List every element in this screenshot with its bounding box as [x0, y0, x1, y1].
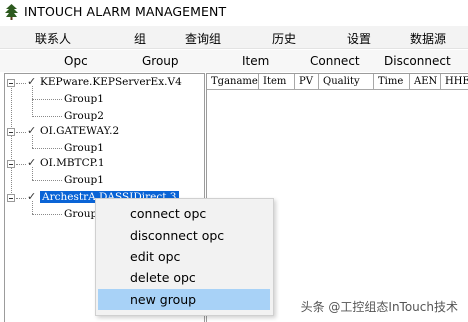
tree-child-line	[32, 201, 33, 214]
tree-connector	[32, 99, 62, 100]
title-bar: INTOUCH ALARM MANAGEMENT	[0, 0, 468, 24]
column-header-time[interactable]: Time	[374, 74, 410, 90]
tree-connector	[16, 198, 26, 199]
tree-node-group2[interactable]: Group2	[64, 110, 104, 126]
tree-connector	[32, 116, 62, 117]
tree-connector	[16, 83, 26, 84]
menu-query-group[interactable]: 查询组	[185, 30, 221, 47]
tree-node-group1[interactable]: Group1	[64, 93, 104, 109]
column-header-pv[interactable]: PV	[295, 74, 319, 90]
menu-history[interactable]: 历史	[272, 30, 296, 47]
column-header-tganame[interactable]: Tganame	[207, 74, 259, 90]
tree-node-group1[interactable]: Group1	[64, 174, 104, 190]
tree-child-line	[32, 167, 33, 180]
toolbar: Opc Group Item Connect Disconnect	[0, 50, 468, 72]
toolbar-item-button[interactable]: Item	[242, 54, 269, 68]
toolbar-group-button[interactable]: Group	[142, 54, 179, 68]
column-header-quality[interactable]: Quality	[319, 74, 374, 90]
toolbar-opc-button[interactable]: Opc	[64, 54, 88, 68]
tree-connector	[32, 148, 62, 149]
menu-group[interactable]: 组	[134, 30, 146, 47]
tree-child-line	[32, 86, 33, 117]
tree-root-line	[11, 82, 12, 199]
context-delete-opc[interactable]: delete opc	[98, 267, 270, 288]
app-tree-icon	[5, 4, 18, 20]
context-disconnect-opc[interactable]: disconnect opc	[98, 225, 270, 246]
toolbar-connect-button[interactable]: Connect	[310, 54, 360, 68]
tree-child-line	[32, 135, 33, 148]
tree-node-group1[interactable]: Group1	[64, 142, 104, 158]
context-new-group[interactable]: new group	[98, 289, 270, 310]
menu-data-source[interactable]: 数据源	[410, 30, 446, 47]
expander-node-4[interactable]	[7, 194, 15, 202]
column-header-item[interactable]: Item	[259, 74, 295, 90]
menu-bar: 联系人 组 查询组 历史 设置 数据源	[0, 26, 468, 49]
watermark-text: 头条 @工控组态InTouch技术	[300, 300, 458, 314]
expander-node-2[interactable]	[7, 128, 15, 136]
tree-connector	[16, 164, 26, 165]
toolbar-disconnect-button[interactable]: Disconnect	[384, 54, 451, 68]
menu-settings[interactable]: 设置	[347, 30, 371, 47]
expander-node-3[interactable]	[7, 160, 15, 168]
menu-contacts[interactable]: 联系人	[35, 30, 71, 47]
tree-connector	[32, 180, 62, 181]
context-edit-opc[interactable]: edit opc	[98, 246, 270, 267]
tree-node-mbtcp[interactable]: OI.MBTCP.1	[40, 157, 105, 173]
tree-node-gateway[interactable]: OI.GATEWAY.2	[40, 125, 119, 141]
tree-node-kepware[interactable]: KEPware.KEPServerEx.V4	[40, 76, 182, 92]
context-connect-opc[interactable]: connect opc	[98, 203, 270, 224]
column-header-hhen[interactable]: HHEN	[441, 74, 468, 90]
context-menu: connect opc disconnect opc edit opc dele…	[95, 198, 274, 316]
expander-node-1[interactable]	[7, 79, 15, 87]
tree-node-group[interactable]: Group	[64, 208, 97, 224]
tree-connector	[16, 132, 26, 133]
tree-connector	[32, 214, 62, 215]
column-header-aen[interactable]: AEN	[410, 74, 441, 90]
window-title: INTOUCH ALARM MANAGEMENT	[24, 4, 227, 19]
